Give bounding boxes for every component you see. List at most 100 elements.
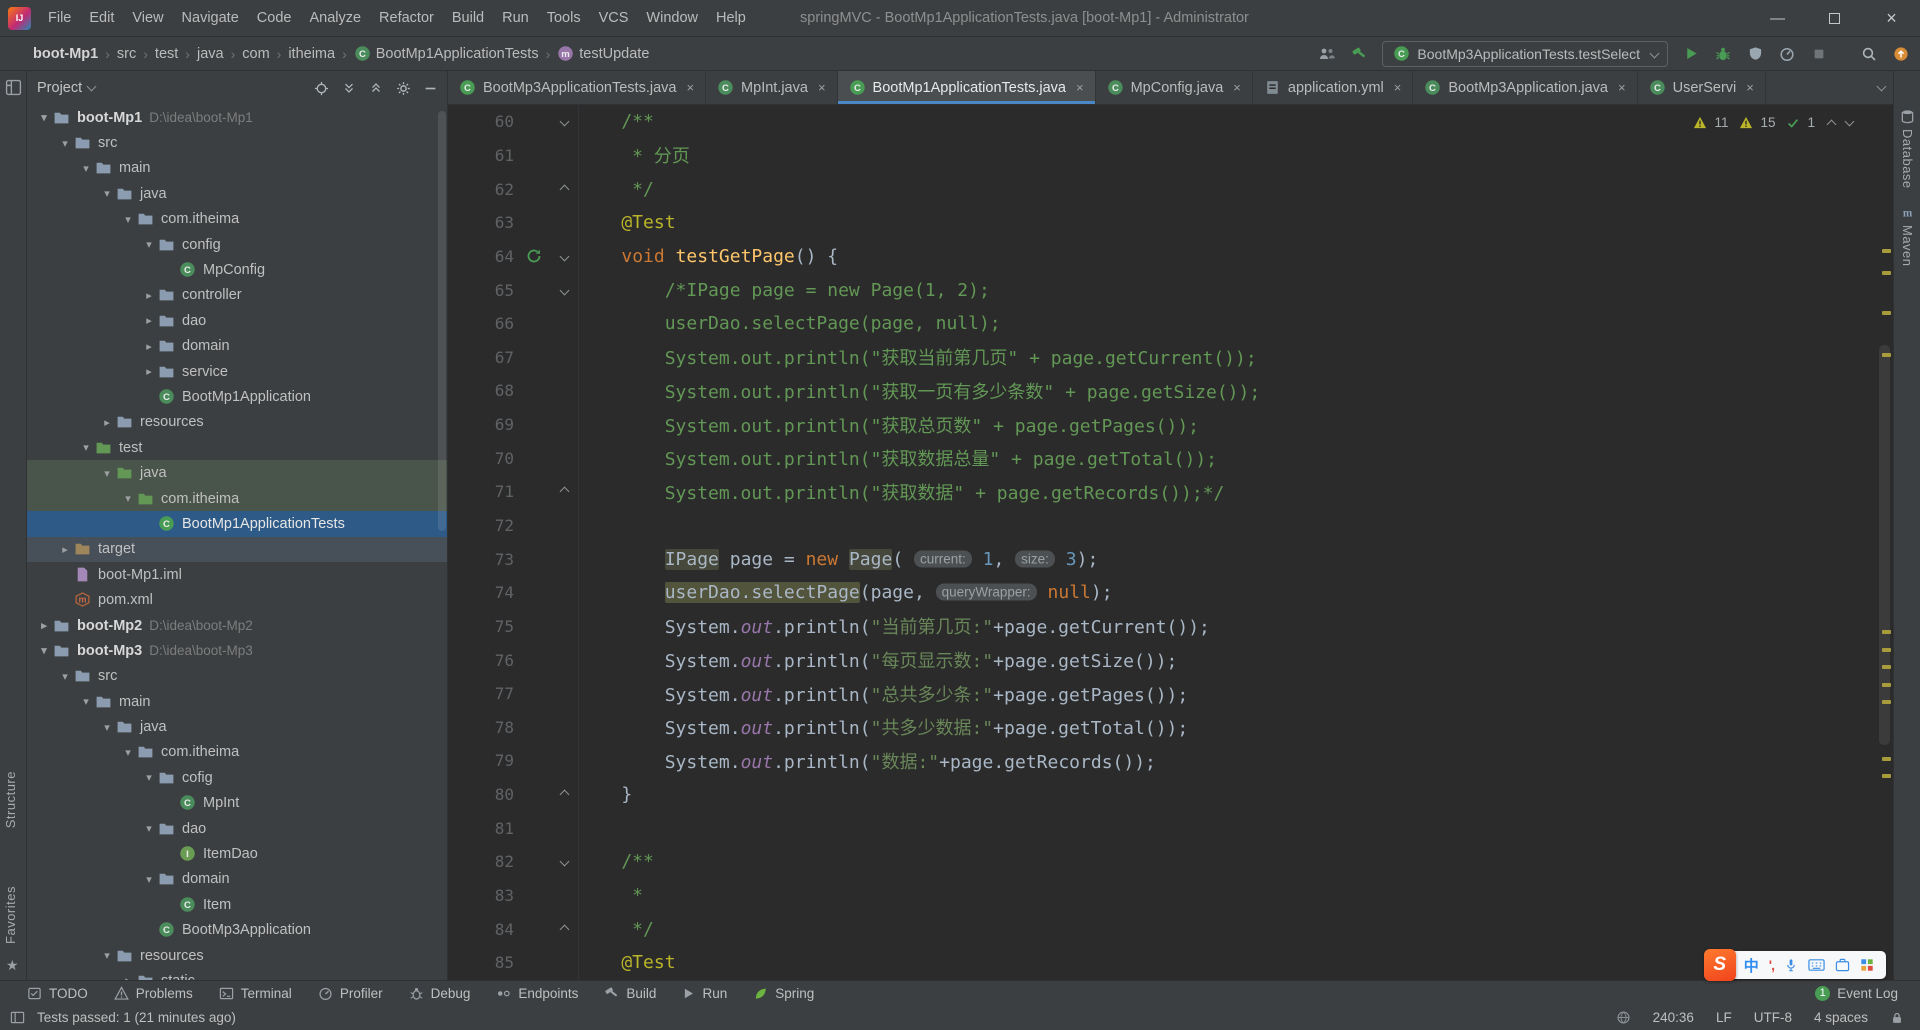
- fold-marker[interactable]: [550, 251, 578, 262]
- menu-tools[interactable]: Tools: [538, 5, 590, 31]
- minimize-button[interactable]: —: [1749, 0, 1806, 37]
- tree-expanded-arrow[interactable]: ▾: [140, 873, 158, 886]
- tree-item-static[interactable]: ▸static: [27, 968, 447, 980]
- tree-collapsed-arrow[interactable]: ▸: [140, 314, 158, 327]
- toolwindow-button-database[interactable]: Database: [1894, 109, 1920, 189]
- breadcrumb-item-src[interactable]: src: [117, 46, 136, 62]
- menu-navigate[interactable]: Navigate: [173, 5, 248, 31]
- tree-item-src[interactable]: ▾ src: [27, 664, 447, 689]
- tree-item-boot-Mp1.iml[interactable]: boot-Mp1.iml: [27, 562, 447, 587]
- line-separator[interactable]: LF: [1716, 1010, 1732, 1025]
- toolwindow-button-maven[interactable]: m Maven: [1894, 205, 1920, 267]
- tree-collapsed-arrow[interactable]: ▸: [140, 289, 158, 302]
- inspections-widget[interactable]: 11 15 1: [1689, 113, 1859, 132]
- tree-item-boot-Mp1[interactable]: ▾ boot-Mp1 D:\idea\boot-Mp1: [27, 105, 447, 130]
- scrollbar-warning-mark[interactable]: [1882, 271, 1891, 276]
- file-encoding[interactable]: UTF-8: [1754, 1010, 1792, 1025]
- tree-item-dao[interactable]: ▸ dao: [27, 308, 447, 333]
- indent-info[interactable]: 4 spaces: [1814, 1010, 1868, 1025]
- tree-item-domain[interactable]: ▸ domain: [27, 334, 447, 359]
- toolwindow-button-favorites[interactable]: Favorites: [3, 886, 18, 944]
- sogou-logo-icon[interactable]: S: [1703, 949, 1736, 981]
- fold-marker[interactable]: [550, 184, 578, 195]
- settings-button[interactable]: [396, 81, 411, 96]
- tree-collapsed-arrow[interactable]: ▸: [140, 340, 158, 353]
- rerun-test-icon[interactable]: [518, 248, 550, 264]
- keyboard-icon[interactable]: [1808, 958, 1825, 972]
- search-everywhere-button[interactable]: [1860, 45, 1878, 63]
- fold-marker[interactable]: [550, 789, 578, 800]
- tab-close-icon[interactable]: ×: [818, 80, 826, 95]
- tab-close-icon[interactable]: ×: [1076, 80, 1084, 95]
- tree-expanded-arrow[interactable]: ▾: [98, 721, 116, 734]
- breadcrumb-item-java[interactable]: java: [197, 46, 224, 62]
- project-panel-title[interactable]: Project: [37, 80, 82, 96]
- tab-application.yml[interactable]: application.yml ×: [1253, 71, 1414, 104]
- menu-vcs[interactable]: VCS: [590, 5, 638, 31]
- tab-BootMp3ApplicationTests.java[interactable]: C BootMp3ApplicationTests.java ×: [448, 71, 707, 104]
- tree-expanded-arrow[interactable]: ▾: [77, 441, 95, 454]
- tree-item-com.itheima[interactable]: ▾ com.itheima: [27, 740, 447, 765]
- tree-item-boot-Mp2[interactable]: ▸ boot-Mp2 D:\idea\boot-Mp2: [27, 613, 447, 638]
- tree-expanded-arrow[interactable]: ▾: [98, 187, 116, 200]
- toolwindow-button-structure[interactable]: Structure: [3, 771, 18, 828]
- close-button[interactable]: ×: [1863, 0, 1920, 37]
- build-hammer-icon[interactable]: [1350, 45, 1368, 63]
- tree-expanded-arrow[interactable]: ▾: [77, 162, 95, 175]
- menu-analyze[interactable]: Analyze: [300, 5, 370, 31]
- breadcrumb-item-com[interactable]: com: [242, 46, 269, 62]
- scrollbar-warning-mark[interactable]: [1882, 774, 1891, 779]
- tree-item-java[interactable]: ▾ java: [27, 714, 447, 739]
- scrollbar-warning-mark[interactable]: [1882, 665, 1891, 669]
- prev-issue-chevron-icon[interactable]: [1826, 119, 1837, 129]
- toolwindow-button-run[interactable]: Run: [669, 981, 740, 1005]
- grid-icon[interactable]: [1860, 958, 1874, 972]
- editor-scrollbar[interactable]: [1876, 105, 1893, 980]
- caret-position[interactable]: 240:36: [1653, 1010, 1694, 1025]
- tab-close-icon[interactable]: ×: [1233, 80, 1241, 95]
- tab-BootMp1ApplicationTests.java[interactable]: C BootMp1ApplicationTests.java ×: [837, 71, 1096, 104]
- breadcrumb-item-testUpdate[interactable]: m testUpdate: [557, 45, 649, 62]
- fold-marker[interactable]: [550, 486, 578, 497]
- tree-expanded-arrow[interactable]: ▾: [77, 695, 95, 708]
- breadcrumb-item-itheima[interactable]: itheima: [288, 46, 335, 62]
- tree-expanded-arrow[interactable]: ▾: [119, 213, 137, 226]
- tree-expanded-arrow[interactable]: ▾: [56, 137, 74, 150]
- globe-icon[interactable]: [1616, 1010, 1631, 1025]
- tree-item-resources[interactable]: ▸ resources: [27, 410, 447, 435]
- lock-icon[interactable]: [1890, 1011, 1904, 1025]
- fold-marker[interactable]: [550, 856, 578, 867]
- toolwindow-button-build[interactable]: Build: [591, 981, 669, 1005]
- tree-expanded-arrow[interactable]: ▾: [56, 670, 74, 683]
- toolwindow-button-profiler[interactable]: Profiler: [305, 981, 396, 1005]
- tree-item-ItemDao[interactable]: I ItemDao: [27, 841, 447, 866]
- fold-marker[interactable]: [550, 116, 578, 127]
- tree-item-test[interactable]: ▾ test: [27, 435, 447, 460]
- project-tool-icon[interactable]: [5, 79, 22, 96]
- profiler-button[interactable]: [1778, 45, 1796, 63]
- scrollbar-warning-mark[interactable]: [1882, 682, 1891, 687]
- stop-button[interactable]: [1810, 45, 1828, 63]
- menu-window[interactable]: Window: [637, 5, 707, 31]
- breadcrumb-item-BootMp1ApplicationTests[interactable]: C BootMp1ApplicationTests: [354, 45, 539, 62]
- event-log-button[interactable]: 1 Event Log: [1807, 985, 1906, 1001]
- tree-item-BootMp1Application[interactable]: C BootMp1Application: [27, 384, 447, 409]
- toolwindow-button-todo[interactable]: TODO: [14, 981, 101, 1005]
- mic-icon[interactable]: [1784, 957, 1798, 973]
- tree-item-BootMp3Application[interactable]: C BootMp3Application: [27, 918, 447, 943]
- breadcrumb-item-boot-Mp1[interactable]: boot-Mp1: [33, 46, 98, 62]
- project-scrollbar-thumb[interactable]: [438, 111, 446, 531]
- favorites-star-icon[interactable]: ★: [6, 957, 19, 974]
- ime-language-label[interactable]: 中: [1744, 955, 1759, 976]
- tree-item-dao[interactable]: ▾ dao: [27, 816, 447, 841]
- toolwindow-button-spring[interactable]: Spring: [740, 981, 827, 1005]
- scrollbar-warning-mark[interactable]: [1882, 756, 1891, 761]
- tree-expanded-arrow[interactable]: ▾: [35, 644, 53, 657]
- menu-help[interactable]: Help: [707, 5, 755, 31]
- tree-item-com.itheima[interactable]: ▾ com.itheima: [27, 485, 447, 512]
- tab-close-icon[interactable]: ×: [686, 80, 694, 95]
- tree-item-MpConfig[interactable]: C MpConfig: [27, 257, 447, 282]
- ime-punctuation-label[interactable]: ',: [1769, 957, 1775, 973]
- tree-item-controller[interactable]: ▸ controller: [27, 283, 447, 308]
- tree-expanded-arrow[interactable]: ▾: [35, 111, 53, 124]
